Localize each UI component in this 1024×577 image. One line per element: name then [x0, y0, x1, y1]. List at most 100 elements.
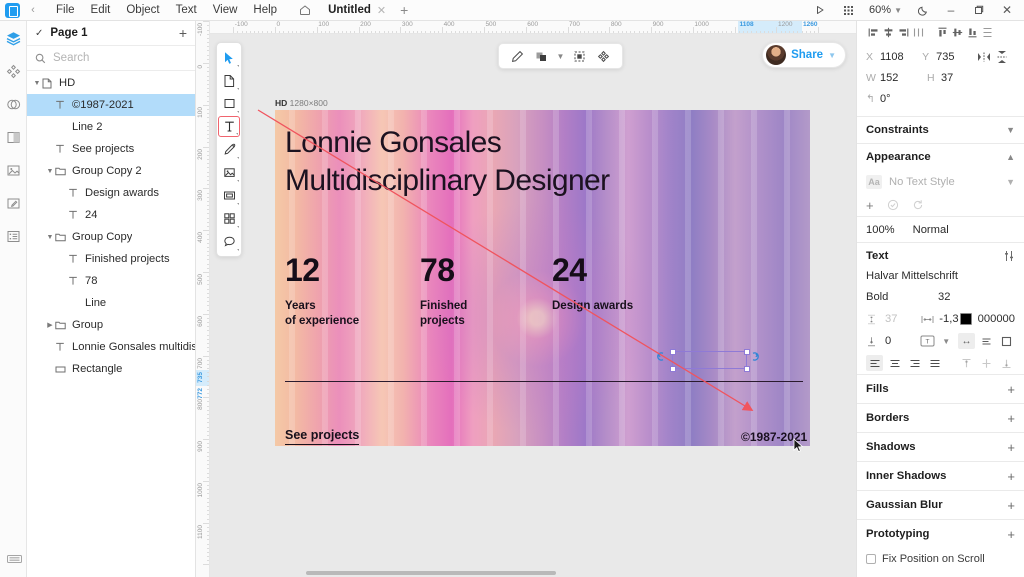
plus-icon[interactable]: +: [1007, 527, 1015, 542]
text-style-row[interactable]: Aa No Text Style ▼: [857, 170, 1024, 194]
valign-top-icon[interactable]: [958, 355, 975, 371]
vertical-ruler[interactable]: -100 0 100 200 300 400 500 600 700 800 900 1000 1100…: [196, 21, 210, 577]
fixed-size-icon[interactable]: [998, 333, 1015, 349]
artboard-divider-line[interactable]: [285, 381, 803, 382]
tool-artboard[interactable]: [218, 70, 240, 91]
text-align-center-icon[interactable]: [886, 355, 903, 371]
reset-icon[interactable]: [912, 199, 924, 211]
paragraph-spacing-value[interactable]: 0: [885, 335, 891, 347]
plus-icon[interactable]: +: [1007, 382, 1015, 397]
layer-row[interactable]: See projects: [27, 138, 195, 160]
plus-icon[interactable]: +: [866, 198, 874, 213]
disclosure-triangle-icon[interactable]: ▶: [45, 321, 55, 329]
canvas-horizontal-scrollbar[interactable]: [306, 571, 556, 575]
layer-row[interactable]: Finished projects: [27, 248, 195, 270]
tool-pen[interactable]: [218, 139, 240, 160]
maximize-icon[interactable]: [966, 0, 992, 20]
tool-comment[interactable]: [218, 231, 240, 252]
y-field[interactable]: Y 735: [922, 51, 978, 63]
text-styles-icon[interactable]: [3, 127, 23, 147]
tool-rectangle[interactable]: [218, 93, 240, 114]
text-color-swatch[interactable]: [959, 313, 972, 325]
text-transform-icon[interactable]: T: [920, 335, 937, 347]
layer-row[interactable]: ▶ Group: [27, 314, 195, 336]
sliders-icon[interactable]: [1003, 250, 1015, 262]
tool-image[interactable]: [218, 162, 240, 183]
section-inner-shadows[interactable]: Inner Shadows +: [857, 461, 1024, 490]
disclosure-triangle-icon[interactable]: ▼: [45, 168, 55, 175]
chevron-down-icon[interactable]: ▼: [1006, 177, 1015, 187]
resize-left-icon[interactable]: [657, 352, 666, 361]
fix-position-checkbox[interactable]: [866, 554, 876, 564]
line-height-value[interactable]: 37: [885, 313, 897, 325]
layer-row[interactable]: Design awards: [27, 182, 195, 204]
blend-mode-value[interactable]: Normal: [913, 224, 949, 236]
distribute-v-icon[interactable]: [980, 23, 995, 41]
align-left-icon[interactable]: [866, 23, 881, 41]
height-field[interactable]: H 37: [927, 72, 988, 84]
flip-horizontal-icon[interactable]: [978, 52, 996, 62]
artboard-hd[interactable]: Lonnie Gonsales Multidisciplinary Design…: [275, 110, 810, 446]
layer-row[interactable]: Line: [27, 292, 195, 314]
layer-row[interactable]: 78: [27, 270, 195, 292]
avatar[interactable]: [766, 45, 787, 65]
menu-edit[interactable]: Edit: [83, 2, 119, 18]
align-bottom-icon[interactable]: [965, 23, 980, 41]
plus-icon[interactable]: +: [1007, 411, 1015, 426]
align-top-icon[interactable]: [935, 23, 950, 41]
selection-handle-bottom-left[interactable]: [669, 365, 676, 372]
boolean-icon[interactable]: [531, 46, 552, 66]
symbols-icon[interactable]: [3, 94, 23, 114]
valign-middle-icon[interactable]: [978, 355, 995, 371]
menu-text[interactable]: Text: [168, 2, 205, 18]
layer-row[interactable]: ▼ HD: [27, 72, 195, 94]
font-size-value[interactable]: 32: [938, 291, 950, 303]
text-align-left-icon[interactable]: [866, 355, 883, 371]
tool-cursor[interactable]: [218, 47, 240, 68]
color-picker-icon[interactable]: [3, 193, 23, 213]
section-shadows[interactable]: Shadows +: [857, 432, 1024, 461]
menu-object[interactable]: Object: [118, 2, 167, 18]
distribute-h-icon[interactable]: [911, 23, 926, 41]
home-icon[interactable]: [299, 4, 321, 16]
search-input[interactable]: [53, 52, 207, 64]
check-circle-icon[interactable]: [887, 199, 899, 211]
pencil-icon[interactable]: [507, 46, 528, 66]
align-center-h-icon[interactable]: [881, 23, 896, 41]
page-selector-row[interactable]: ✓ Page 1 +: [27, 21, 195, 46]
chevron-down-icon[interactable]: ▼: [555, 46, 566, 66]
font-weight-value[interactable]: Bold: [866, 291, 888, 303]
settings-icon[interactable]: [4, 549, 24, 569]
layer-row[interactable]: Lonnie Gonsales multidisciplin: [27, 336, 195, 358]
letter-spacing-value[interactable]: -1,3: [939, 313, 958, 325]
x-field[interactable]: X 1108: [866, 51, 922, 63]
see-projects-link[interactable]: See projects: [285, 428, 360, 445]
layer-row[interactable]: 24: [27, 204, 195, 226]
stat-design-awards[interactable]: 24 Design awards: [552, 254, 633, 314]
disclosure-triangle-icon[interactable]: ▼: [32, 80, 42, 87]
layer-row[interactable]: ©1987-2021: [27, 94, 195, 116]
stat-finished-projects[interactable]: 78 Finished projects: [420, 254, 467, 328]
plus-icon[interactable]: +: [1007, 498, 1015, 513]
plus-icon[interactable]: +: [400, 2, 408, 18]
chevron-down-icon[interactable]: ▼: [942, 337, 950, 346]
fix-position-row[interactable]: Fix Position on Scroll: [857, 548, 1024, 570]
plus-icon[interactable]: +: [1007, 440, 1015, 455]
auto-width-icon[interactable]: ↔: [958, 333, 975, 349]
width-field[interactable]: W 152: [866, 72, 927, 84]
tool-components[interactable]: [218, 208, 240, 229]
layer-row[interactable]: ▼ Group Copy 2: [27, 160, 195, 182]
grid-icon[interactable]: [835, 0, 861, 20]
images-icon[interactable]: [3, 160, 23, 180]
layer-row[interactable]: ▼ Group Copy: [27, 226, 195, 248]
section-fills[interactable]: Fills +: [857, 374, 1024, 403]
canvas[interactable]: HD 1280×800 Lonnie Gonsales Multidiscipl…: [210, 34, 856, 577]
components-icon[interactable]: [3, 61, 23, 81]
menu-file[interactable]: File: [48, 2, 83, 18]
data-icon[interactable]: [3, 226, 23, 246]
section-prototyping[interactable]: Prototyping +: [857, 519, 1024, 548]
horizontal-ruler[interactable]: -100 0 100 200 300 400 500 600 700 800 900 1000 1108…: [210, 21, 856, 34]
menu-help[interactable]: Help: [245, 2, 285, 18]
app-logo-icon[interactable]: [5, 2, 20, 18]
artboard-heading[interactable]: Lonnie Gonsales Multidisciplinary Design…: [285, 124, 610, 201]
